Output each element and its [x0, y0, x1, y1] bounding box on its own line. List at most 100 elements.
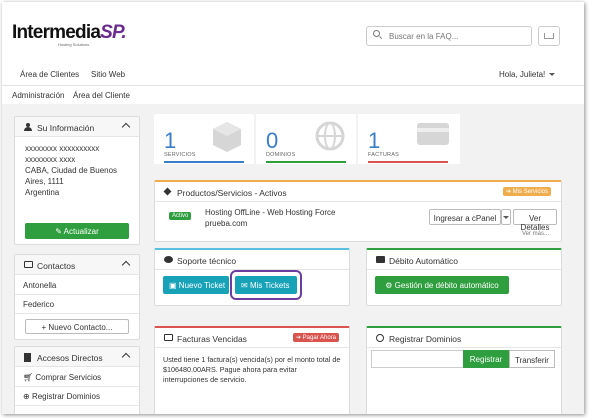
pay-now-label: Pagar Ahora: [302, 335, 336, 341]
caret-down-icon: [503, 216, 509, 220]
chevron-up-icon: [121, 260, 131, 270]
nav-item-client-area[interactable]: Área de Clientes: [20, 70, 79, 79]
shortcut-label: Comprar Servicios: [35, 373, 102, 382]
faq-search-input[interactable]: [389, 30, 527, 42]
plus-icon: +: [41, 323, 47, 332]
invoices-panel-header: Facturas Vencidas ➔ Pagar Ahora: [155, 328, 349, 348]
more-link[interactable]: Ver más...: [522, 231, 549, 237]
credit-card-icon: [376, 256, 385, 263]
transfer-button[interactable]: Transferir: [509, 350, 555, 368]
breadcrumb-admin[interactable]: Administración: [12, 91, 64, 100]
shortcuts-panel-header[interactable]: Accesos Directos: [15, 347, 139, 367]
shortcut-register-domains[interactable]: ⊕ Registrar Dominios: [15, 387, 139, 406]
domain-input[interactable]: [371, 350, 463, 368]
cart-button[interactable]: [538, 26, 560, 46]
my-services-label: Mis Servicios: [512, 189, 548, 195]
stat-underline: [368, 161, 448, 163]
greeting-text: Hola, Julieta!: [499, 70, 546, 79]
brand-name-main: Intermedia: [12, 22, 101, 43]
address-line: xxxxxxxx xxxx: [25, 155, 76, 164]
info-panel-title: Su Información: [37, 123, 95, 133]
address-line: CABA, Ciudad de Buenos: [25, 166, 118, 175]
domains-panel-header: Registrar Dominios: [367, 328, 561, 348]
brand-logo[interactable]: IntermediaSP.: [12, 22, 127, 44]
stat-value: 0: [266, 128, 279, 153]
browser-frame: IntermediaSP. Hosting Solutions Área de …: [2, 2, 584, 414]
breadcrumb-client-area[interactable]: Área del Cliente: [73, 91, 130, 100]
stat-underline: [266, 161, 346, 163]
support-panel-title: Soporte técnico: [177, 256, 237, 266]
cart-icon: [544, 33, 554, 39]
contacts-panel-header[interactable]: Contactos: [15, 255, 139, 275]
user-icon: [24, 123, 32, 131]
manage-debit-label: Gestión de débito automático: [394, 281, 499, 290]
invoices-panel: Facturas Vencidas ➔ Pagar Ahora Usted ti…: [154, 326, 350, 414]
domains-panel-title: Registrar Dominios: [389, 334, 462, 344]
invoices-text: Usted tiene 1 factura(s) vencida(s) por …: [163, 355, 341, 384]
contact-item[interactable]: Federico: [15, 295, 139, 314]
stat-label: FACTURAS: [368, 152, 399, 158]
top-nav: Área de Clientes Sitio Web: [2, 64, 584, 86]
info-panel-header[interactable]: Su Información: [15, 117, 139, 137]
debit-panel: Débito Automático ⚙ Gestión de débito au…: [366, 248, 562, 306]
folder-icon: [24, 261, 33, 268]
chat-icon: [164, 256, 173, 263]
stat-value: 1: [164, 128, 177, 153]
shortcuts-panel-title: Accesos Directos: [37, 353, 103, 363]
cpanel-dropdown-button[interactable]: [501, 209, 511, 225]
address-line: Argentina: [25, 188, 60, 197]
gears-icon: ⚙: [385, 281, 393, 290]
products-panel: Productos/Servicios - Activos ➔ Mis Serv…: [154, 180, 562, 242]
new-ticket-button[interactable]: ▣ Nuevo Ticket: [163, 276, 229, 294]
products-panel-title: Productos/Servicios - Activos: [177, 188, 287, 198]
stat-underline: [164, 161, 244, 163]
user-greeting[interactable]: Hola, Julieta!: [499, 70, 556, 79]
chevron-up-icon: [121, 352, 131, 362]
invoices-panel-title: Facturas Vencidas: [177, 334, 247, 344]
stat-label: DOMINIOS: [266, 152, 296, 158]
address-line: xxxxxxxx xxxxxxxxxx: [25, 144, 100, 153]
shortcut-buy-services[interactable]: 🛒︎ Comprar Servicios: [15, 368, 139, 387]
credit-card-icon: [417, 123, 449, 145]
contacts-panel: Contactos Antonella Federico + Nuevo Con…: [14, 254, 140, 340]
stat-invoices[interactable]: 1 FACTURAS: [358, 114, 460, 164]
new-contact-label: Nuevo Contacto...: [48, 323, 113, 332]
debit-panel-header: Débito Automático: [367, 250, 561, 270]
ticket-icon: ▣: [169, 281, 177, 290]
user-address: xxxxxxxx xxxxxxxxxx xxxxxxxx xxxx CABA, …: [25, 143, 117, 198]
debit-panel-title: Débito Automático: [389, 256, 458, 266]
search-icon: [373, 30, 380, 37]
nav-item-website[interactable]: Sitio Web: [91, 70, 125, 79]
shortcuts-panel: Accesos Directos 🛒︎ Comprar Servicios ⊕ …: [14, 346, 140, 414]
stat-domains[interactable]: 0 DOMINIOS: [256, 114, 356, 164]
domains-panel: Registrar Dominios Registrar Transferir: [366, 326, 562, 414]
cpanel-button[interactable]: Ingresar a cPanel: [429, 209, 501, 225]
manage-debit-button[interactable]: ⚙ Gestión de débito automático: [375, 276, 509, 294]
update-button[interactable]: ✎ Actualizar: [25, 223, 129, 239]
support-panel-header: Soporte técnico: [155, 250, 349, 270]
my-services-badge[interactable]: ➔ Mis Servicios: [502, 187, 551, 196]
product-name[interactable]: Hosting OffLine - Web Hosting Force: [205, 208, 335, 217]
cube-icon: [213, 122, 241, 152]
focus-highlight: [230, 270, 302, 300]
details-button[interactable]: Ver Detalles: [513, 209, 557, 232]
pay-now-badge[interactable]: ➔ Pagar Ahora: [292, 333, 339, 342]
stat-services[interactable]: 1 SERVICIOS: [154, 114, 254, 164]
register-button[interactable]: Registrar: [463, 350, 509, 368]
product-domain: prueba.com: [205, 219, 248, 228]
brand-name-accent: SP.: [100, 22, 127, 43]
status-badge: Activo: [169, 212, 192, 220]
contact-item[interactable]: Antonella: [15, 276, 139, 295]
brand-tagline: Hosting Solutions: [58, 42, 90, 47]
caret-down-icon: [549, 73, 556, 77]
contacts-panel-title: Contactos: [37, 261, 76, 271]
products-panel-header: Productos/Servicios - Activos ➔ Mis Serv…: [155, 182, 561, 202]
faq-search[interactable]: [366, 26, 532, 46]
bookmark-icon: [24, 353, 31, 362]
shortcut-label: Registrar Dominios: [31, 392, 100, 401]
cart-icon: 🛒︎: [23, 373, 34, 382]
new-ticket-label: Nuevo Ticket: [178, 281, 226, 290]
new-contact-button[interactable]: + Nuevo Contacto...: [25, 319, 129, 334]
globe-icon: [376, 334, 384, 342]
calculator-icon: [164, 334, 173, 341]
